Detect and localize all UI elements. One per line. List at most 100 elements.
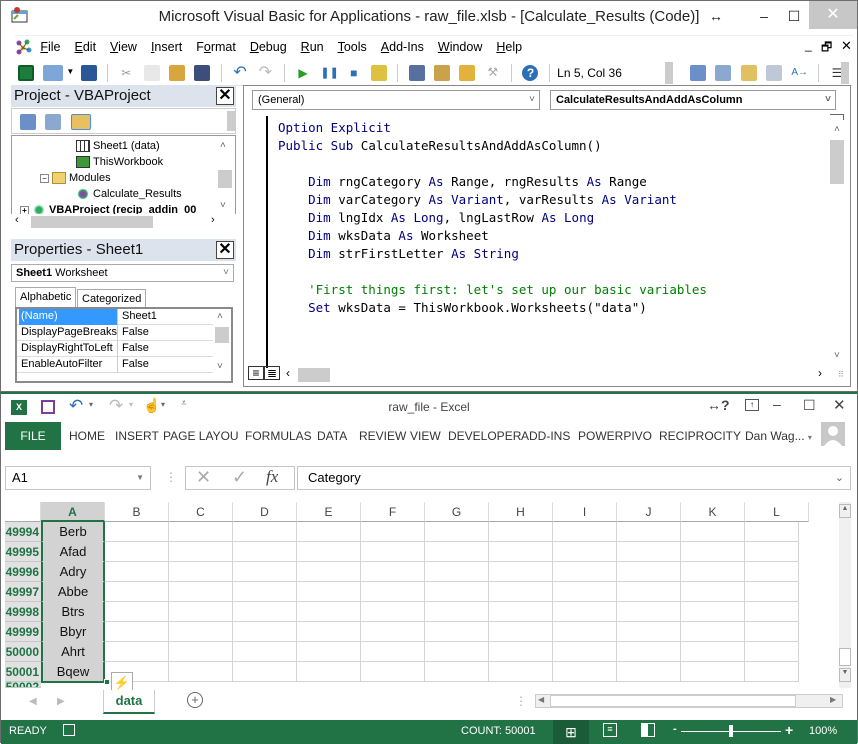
tab-split-grip[interactable]: ⋮ [515, 694, 527, 708]
cell[interactable] [425, 542, 489, 562]
cell[interactable] [361, 542, 425, 562]
row-header[interactable]: 49999 [5, 622, 41, 642]
cell[interactable] [617, 622, 681, 642]
complete-word-icon[interactable]: A→ [791, 65, 808, 81]
run-icon[interactable]: ▶ [295, 65, 311, 81]
cell[interactable] [745, 522, 799, 542]
menu-edit[interactable]: Edit [75, 36, 97, 58]
menu-debug[interactable]: Debug [250, 36, 287, 58]
code-scroll-right[interactable]: › [818, 366, 822, 380]
tab-add-ins[interactable]: ADD-INS [521, 422, 570, 450]
cancel-icon[interactable]: ✕ [196, 467, 211, 488]
code-line[interactable]: Dim lngIdx As Long, lngLastRow As Long [278, 209, 828, 227]
cell[interactable] [681, 542, 745, 562]
cell[interactable] [425, 642, 489, 662]
column-header[interactable]: G [425, 502, 489, 522]
hscroll-left-icon[interactable]: ‹ [15, 214, 19, 226]
ribbon-display-options-icon[interactable]: ↑ [745, 399, 759, 411]
hscroll-thumb[interactable] [31, 216, 153, 228]
cell[interactable] [553, 522, 617, 542]
cell[interactable] [681, 522, 745, 542]
paste-icon[interactable] [168, 65, 185, 81]
cell[interactable] [489, 542, 553, 562]
cell[interactable] [297, 542, 361, 562]
cell[interactable] [105, 642, 169, 662]
page-layout-view-icon[interactable]: ≡ [603, 723, 617, 737]
code-vscroll-thumb[interactable] [830, 140, 844, 184]
property-row[interactable]: DisplayPageBreaks False [17, 325, 213, 341]
save-icon[interactable] [80, 65, 97, 81]
column-header[interactable]: H [489, 502, 553, 522]
macro-record-icon[interactable] [63, 724, 75, 736]
resize-grip[interactable]: ⠿ [838, 370, 844, 379]
help-icon[interactable]: ? [522, 65, 539, 81]
scroll-left-icon[interactable]: ◀ [538, 695, 544, 704]
cell[interactable] [297, 582, 361, 602]
toolbar-grip-right[interactable] [841, 62, 849, 84]
cell[interactable] [233, 562, 297, 582]
cell[interactable] [489, 562, 553, 582]
cell[interactable] [553, 602, 617, 622]
tab-formulas[interactable]: FORMULAS [245, 422, 312, 450]
tree-vscroll-thumb[interactable] [218, 170, 232, 188]
tree-item-modules[interactable]: − Modules [40, 170, 111, 186]
cell[interactable]: Ahrt [41, 642, 105, 662]
cell[interactable] [617, 642, 681, 662]
code-scroll-left[interactable]: ‹ [286, 366, 290, 380]
cell[interactable] [681, 622, 745, 642]
scroll-down-icon[interactable]: ▼ [839, 668, 851, 682]
redo-icon[interactable]: ↷ [257, 65, 273, 81]
cell[interactable] [617, 522, 681, 542]
cell[interactable] [681, 582, 745, 602]
worksheet-grid[interactable]: A B C D E F G H I J K L 49994 Berb 49995 Afad 49996 Adry 4… [5, 502, 837, 694]
break-icon[interactable]: ❚❚ [320, 65, 338, 81]
code-line[interactable]: Option Explicit [278, 119, 828, 137]
tab-review[interactable]: REVIEW [359, 422, 406, 450]
tab-file[interactable]: FILE [5, 422, 61, 450]
cell[interactable] [553, 642, 617, 662]
cell[interactable]: Afad [41, 542, 105, 562]
cell[interactable] [169, 542, 233, 562]
column-header[interactable]: B [105, 502, 169, 522]
property-row[interactable]: (Name) Sheet1 [17, 309, 213, 325]
zoom-slider-thumb[interactable] [729, 725, 733, 737]
tab-home[interactable]: HOME [69, 422, 105, 450]
cell[interactable]: Berb [41, 522, 105, 542]
cell[interactable] [105, 622, 169, 642]
fill-handle[interactable] [104, 679, 110, 685]
enter-icon[interactable]: ✓ [232, 467, 247, 488]
outdent-icon[interactable] [715, 65, 732, 81]
code-line[interactable]: Dim rngCategory As Range, rngResults As … [278, 173, 828, 191]
column-header[interactable]: A [41, 502, 105, 522]
normal-view-icon[interactable]: ⊞ [553, 720, 589, 744]
cell[interactable] [297, 602, 361, 622]
row-header[interactable]: 49996 [5, 562, 41, 582]
cell[interactable] [489, 602, 553, 622]
cell[interactable] [553, 662, 617, 682]
column-header[interactable]: I [553, 502, 617, 522]
code-line[interactable]: Dim strFirstLetter As String [278, 245, 828, 263]
user-account[interactable]: Dan Wag... ▾ [745, 422, 812, 452]
properties-window-icon[interactable] [434, 65, 451, 81]
menu-file[interactable]: File [40, 36, 60, 58]
column-header[interactable]: L [745, 502, 809, 522]
cell[interactable] [553, 542, 617, 562]
split-bar[interactable] [830, 114, 844, 120]
cell[interactable] [681, 642, 745, 662]
cell[interactable] [617, 562, 681, 582]
indent-icon[interactable] [690, 65, 706, 81]
cell[interactable] [361, 582, 425, 602]
vscroll-thumb[interactable] [839, 648, 851, 666]
cell[interactable] [617, 662, 681, 682]
object-selector[interactable]: Sheet1 Worksheet ˅ [11, 264, 234, 282]
cell[interactable] [233, 642, 297, 662]
cell[interactable] [361, 602, 425, 622]
cell[interactable] [745, 542, 799, 562]
cell[interactable] [745, 622, 799, 642]
project-close-button[interactable]: ✕ [216, 87, 234, 105]
tab-developer[interactable]: DEVELOPER [448, 422, 521, 450]
cell[interactable] [233, 542, 297, 562]
tree-item-calculate-results[interactable]: Calculate_Results [76, 186, 182, 202]
menu-tools[interactable]: Tools [338, 36, 367, 58]
cell[interactable] [361, 562, 425, 582]
